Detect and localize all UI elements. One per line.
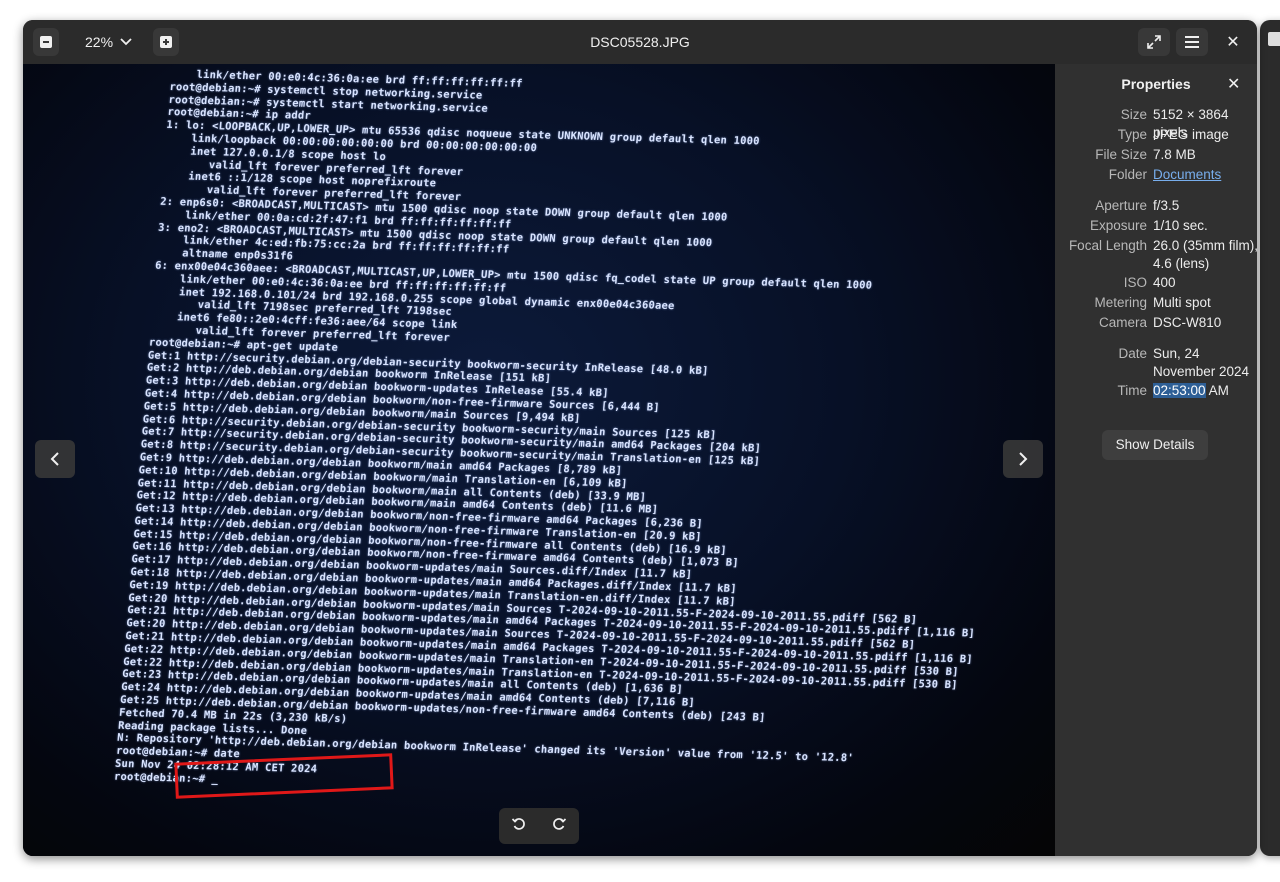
main-menu-button[interactable] [1176,28,1208,56]
prop-value: 7.8 MB [1153,147,1196,162]
background-window[interactable] [1260,20,1280,856]
prop-value: JPEG image [1153,127,1229,142]
rotate-left-button[interactable] [511,816,527,837]
next-image-button[interactable] [1003,440,1043,478]
selected-time-text[interactable]: 02:53:00 [1153,383,1206,398]
chevron-down-icon [120,38,132,46]
plus-square-icon [160,36,172,48]
show-details-button[interactable]: Show Details [1102,430,1208,460]
prop-label: Date [1118,346,1147,361]
prop-label: Type [1117,127,1147,142]
close-properties-button[interactable]: ✕ [1227,74,1240,94]
folder-link[interactable]: Documents [1153,166,1257,184]
fullscreen-icon [1147,35,1161,49]
prop-value: f/3.5 [1153,198,1180,213]
time-suffix: AM [1205,383,1229,398]
chevron-left-icon [50,452,59,466]
prop-label: Focal Length [1068,238,1147,253]
zoom-level-dropdown[interactable]: 22% [85,28,149,56]
window-title: DSC05528.JPG [590,34,690,50]
close-icon: ✕ [1226,34,1240,51]
prop-label: Camera [1098,315,1147,330]
prop-value: 1/10 sec. [1153,218,1208,233]
close-icon: ✕ [1227,76,1241,93]
hamburger-menu-icon [1185,36,1199,48]
prop-label: File Size [1095,147,1147,162]
background-window-button[interactable] [1268,32,1280,46]
prop-label: Time [1117,383,1148,398]
rotate-cw-icon [553,817,567,830]
zoom-out-button[interactable] [33,28,59,56]
prop-label: Exposure [1089,218,1147,233]
image-canvas[interactable]: link/ether 00:e0:4c:36:0a:ee brd ff:ff:f… [23,64,1055,856]
rotate-right-button[interactable] [551,816,567,837]
terminal-photo: link/ether 00:e0:4c:36:0a:ee brd ff:ff:f… [23,64,1055,856]
previous-image-button[interactable] [35,440,75,478]
prop-value: 400 [1153,275,1176,290]
chevron-right-icon [1019,452,1028,466]
prop-value: 02:53:00 AM [1153,382,1257,400]
fullscreen-button[interactable] [1138,28,1170,56]
prop-label: Size [1120,107,1147,122]
rotate-ccw-icon [511,817,525,830]
minus-square-icon [40,36,52,48]
zoom-in-button[interactable] [153,28,179,56]
prop-value: 26.0 (35mm film), 4.6 (lens) [1153,238,1257,271]
terminal-output: link/ether 00:e0:4c:36:0a:ee brd ff:ff:f… [113,68,976,803]
prop-label: Metering [1094,295,1147,310]
properties-sidebar: Properties ✕ Size 5152 × 3864 pixels Typ… [1055,64,1257,856]
prop-value: DSC-W810 [1153,315,1222,330]
prop-label: Aperture [1095,198,1147,213]
prop-value: Sun, 24 November 2024 [1153,346,1250,379]
window-close-button[interactable]: ✕ [1219,28,1247,56]
prop-label: ISO [1123,275,1147,290]
zoom-level-label: 22% [85,34,114,50]
prop-label: Folder [1108,167,1147,182]
header-bar: 22% DSC05528.JPG ✕ [23,20,1257,65]
rotate-toolbar [499,808,579,844]
prop-value: Multi spot [1153,295,1211,310]
image-viewer-window: 22% DSC05528.JPG ✕ link/ether 00:e0:4c:3… [23,20,1257,856]
